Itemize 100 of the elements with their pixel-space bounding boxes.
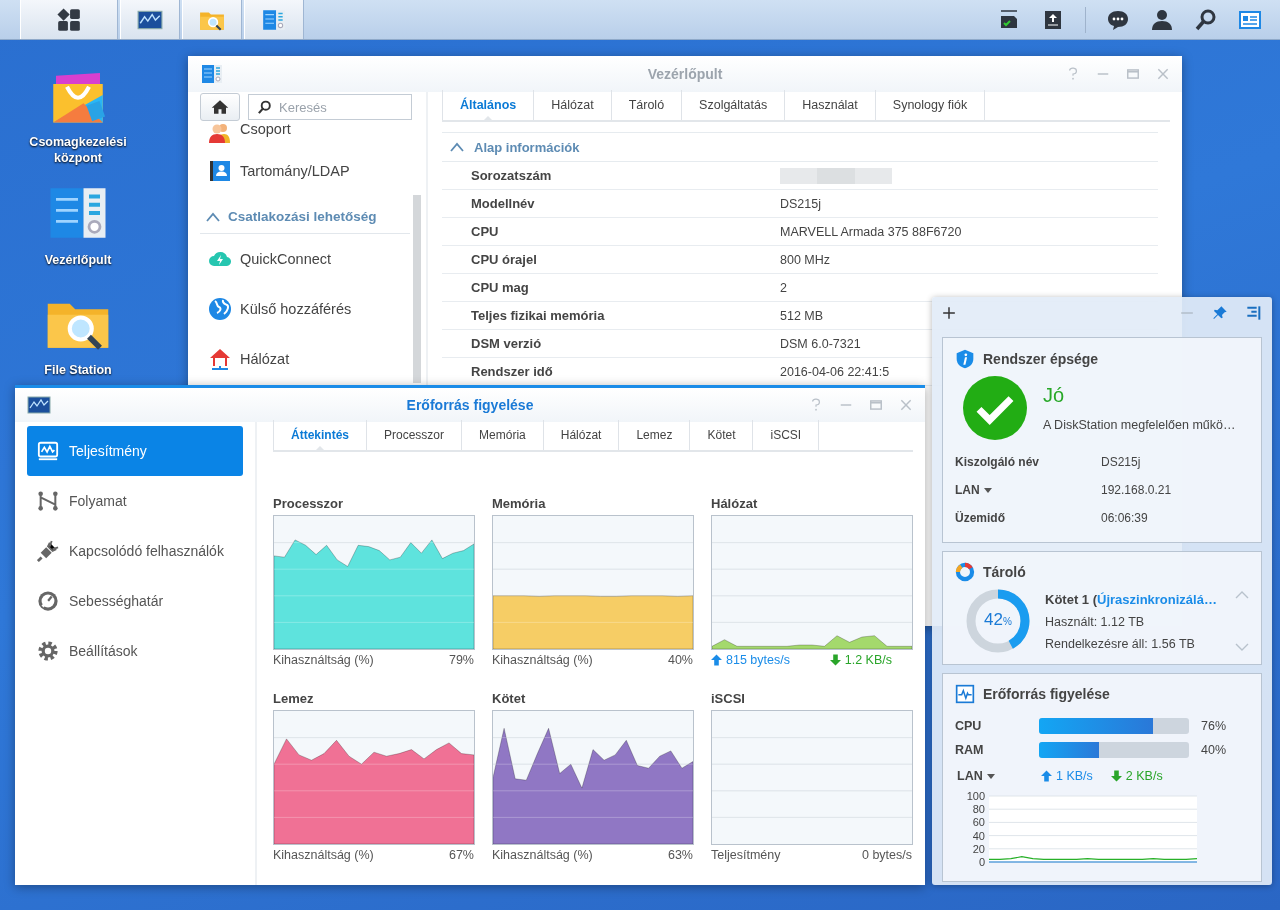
home-button[interactable] [200, 93, 240, 121]
add-button[interactable] [942, 306, 956, 320]
info-label: Kiszolgáló név [955, 455, 1040, 469]
chevron-down-icon [1235, 643, 1249, 652]
scrollbar[interactable] [413, 195, 421, 383]
tab[interactable]: Hálózat [534, 90, 612, 120]
down-arrow-icon [1110, 770, 1122, 782]
sidebar-item[interactable]: Csoport [200, 120, 400, 146]
tray-button[interactable] [1194, 7, 1218, 32]
meter-reading: 40% [1201, 743, 1227, 757]
taskbar-button[interactable] [20, 0, 118, 39]
upload-rate: 815 bytes/s [726, 653, 790, 667]
window-app-icon [27, 393, 51, 417]
info-value: DSM 6.0-7321 [780, 336, 861, 351]
graph-value: 67% [448, 848, 474, 862]
graph-value: 0 bytes/s [861, 848, 912, 862]
health-status: Jó [1043, 384, 1066, 407]
upload-rate: 1 KB/s [1056, 769, 1093, 783]
info-label: CPU [470, 224, 500, 239]
graph-title: Kötet [492, 691, 527, 706]
branch-icon [37, 490, 59, 512]
info-shield-icon [955, 348, 975, 370]
sidebar-item[interactable]: QuickConnect [200, 234, 400, 284]
tab[interactable]: Használat [785, 90, 876, 120]
house-network-icon [208, 347, 232, 371]
axis-tick-label: 0 [978, 856, 985, 868]
card-title: Erőforrás figyelése [983, 686, 1110, 702]
info-label: CPU órajel [470, 252, 538, 267]
info-label: Teljes fizikai memória [470, 308, 606, 323]
meter-label: CPU [955, 719, 983, 733]
sidebar-item[interactable]: Hálózat [200, 334, 400, 384]
pulse-icon [955, 684, 975, 704]
sidebar-icon [1246, 305, 1262, 321]
graph-title: iSCSI [711, 691, 746, 706]
desktop-icon-label[interactable]: Vezérlőpult [23, 252, 133, 268]
info-value: 2016-04-06 22:41:5 [780, 364, 890, 379]
sidebar-item[interactable]: Kapcsolódó felhasználók [27, 526, 243, 576]
graph-title: Memória [492, 496, 547, 511]
tab[interactable]: Processzor [367, 420, 463, 450]
desktop-icon-label[interactable]: Csomagkezelési központ [23, 134, 133, 166]
chevron-up-icon [206, 211, 220, 222]
card-title: Tároló [983, 564, 1026, 580]
globe-icon [208, 297, 232, 321]
info-label: DSM verzió [470, 336, 543, 351]
graph-caption: Kihasználtság (%) [492, 653, 593, 667]
info-value: MARVELL Armada 375 88F6720 [780, 224, 962, 239]
maximize-icon [869, 398, 883, 412]
usage-ring [965, 588, 1031, 654]
dock-button[interactable] [1246, 305, 1262, 321]
close-icon [899, 398, 913, 412]
graph-caption: Kihasználtság (%) [492, 848, 593, 862]
used-space: Használt: 1.12 TB [1045, 614, 1146, 629]
card-title: Rendszer épsége [983, 351, 1099, 367]
tab[interactable]: Synology fiók [875, 90, 986, 120]
search-field[interactable]: Keresés [248, 94, 412, 120]
user-icon [1150, 7, 1174, 32]
tab[interactable]: Kötet [690, 420, 754, 450]
sidebar-item[interactable]: Folyamat [27, 476, 243, 526]
close-icon [1156, 67, 1170, 81]
check-circle-icon [963, 376, 1027, 440]
sidebar-item[interactable]: Beállítások [27, 626, 243, 676]
section-header[interactable]: Alap információk [442, 132, 1158, 162]
sidebar-section-header[interactable]: Csatlakozási lehetőség [200, 200, 410, 234]
tab[interactable]: iSCSI [753, 420, 820, 450]
axis-tick-label: 40 [972, 829, 985, 842]
graph-caption: Kihasználtság (%) [273, 848, 374, 862]
tray-button[interactable] [1150, 7, 1174, 32]
monitor-wave-icon [37, 440, 59, 462]
graph-title: Processzor [273, 496, 345, 511]
pin-icon [1212, 305, 1228, 321]
window-app-icon [200, 62, 224, 86]
sidebar-item[interactable]: Tartomány/LDAP [200, 146, 400, 196]
caret-icon [983, 487, 992, 493]
contact-card-icon [208, 159, 232, 183]
axis-tick-label: 80 [972, 803, 985, 816]
tab[interactable]: Áttekintés [273, 420, 367, 450]
ring-icon [955, 562, 975, 582]
sidebar-item[interactable]: Sebességhatár [27, 576, 243, 626]
axis-tick-label: 60 [972, 816, 985, 829]
maximize-icon [1126, 67, 1140, 81]
tab[interactable]: Lemez [619, 420, 691, 450]
pin-button[interactable] [1212, 305, 1228, 321]
up-arrow-icon [711, 654, 722, 666]
tab[interactable]: Szolgáltatás [682, 90, 786, 120]
help-icon [1066, 67, 1080, 81]
meter-label: RAM [955, 743, 985, 757]
sidebar-item[interactable]: Teljesítmény [27, 426, 243, 476]
tab[interactable]: Általános [442, 90, 535, 120]
taskbar-button[interactable] [120, 0, 180, 39]
graph-title: Lemez [273, 691, 315, 706]
tab[interactable]: Memória [462, 420, 544, 450]
info-value: 192.168.0.21 [1101, 483, 1172, 497]
info-label: Sorozatszám [470, 168, 553, 183]
desktop-icon-label[interactable]: File Station [23, 362, 133, 378]
info-label: CPU mag [470, 280, 530, 295]
tab[interactable]: Hálózat [543, 420, 620, 450]
gear-icon [37, 640, 59, 662]
gauge-icon [37, 590, 59, 612]
sidebar-item[interactable]: Külső hozzáférés [200, 284, 400, 334]
tab[interactable]: Tároló [611, 90, 683, 120]
